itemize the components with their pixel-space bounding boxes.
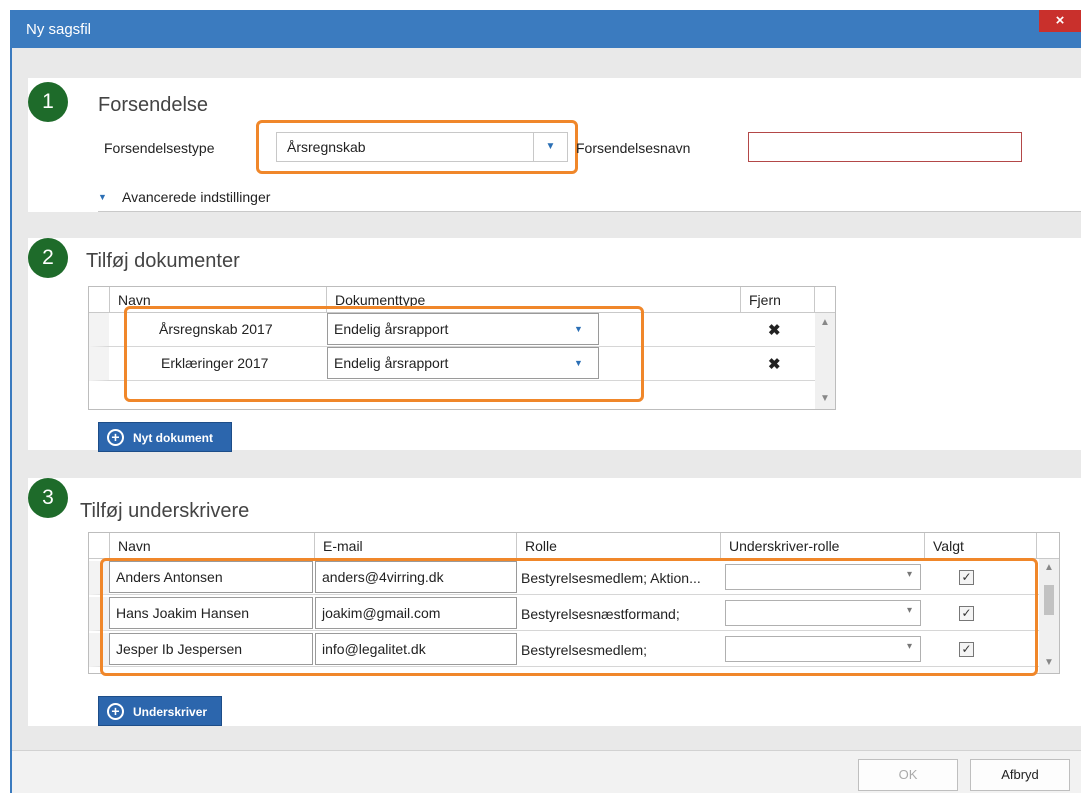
scroll-up-icon[interactable]: ▲ xyxy=(820,317,830,328)
scroll-up-icon[interactable]: ▲ xyxy=(1044,562,1054,573)
new-case-file-dialog: Ny sagsfil × 1 Forsendelse Forsendelsest… xyxy=(10,10,1081,793)
new-document-button[interactable]: + Nyt dokument xyxy=(98,422,232,452)
dialog-footer: OK Afbryd xyxy=(12,750,1081,793)
plus-icon: + xyxy=(107,429,124,446)
title-bar: Ny sagsfil × xyxy=(12,10,1081,48)
plus-icon: + xyxy=(107,703,124,720)
scroll-down-icon[interactable]: ▼ xyxy=(820,393,830,404)
advanced-settings-label: Avancerede indstillinger xyxy=(122,189,271,205)
section-signers: 3 Tilføj underskrivere Navn E-mail Rolle… xyxy=(28,478,1081,726)
col-header-remove: Fjern xyxy=(741,287,815,313)
dialog-title: Ny sagsfil xyxy=(26,21,92,38)
remove-document-icon[interactable]: ✖ xyxy=(768,321,781,339)
expand-arrow-icon: ▼ xyxy=(98,192,107,202)
section-shipment: 1 Forsendelse Forsendelsestype Årsregnsk… xyxy=(28,78,1081,212)
add-signer-label: Underskriver xyxy=(133,705,208,719)
section-1-title: Forsendelse xyxy=(98,94,209,116)
shipment-name-field[interactable] xyxy=(748,132,1022,162)
table-header: Navn E-mail Rolle Underskriver-rolle Val… xyxy=(89,533,1059,559)
ok-button[interactable]: OK xyxy=(858,759,958,791)
add-signer-button[interactable]: + Underskriver xyxy=(98,696,222,726)
cancel-button[interactable]: Afbryd xyxy=(970,759,1070,791)
shipment-name-label: Forsendelsesnavn xyxy=(576,140,691,156)
col-header-name: Navn xyxy=(109,533,315,559)
col-header-email: E-mail xyxy=(315,533,517,559)
new-document-label: Nyt dokument xyxy=(133,431,214,445)
section-2-title: Tilføj dokumenter xyxy=(86,250,240,272)
scroll-down-icon[interactable]: ▼ xyxy=(1044,657,1054,668)
advanced-settings-toggle[interactable]: ▼ Avancerede indstillinger xyxy=(98,188,1081,212)
signers-scrollbar[interactable]: ▲ ▼ xyxy=(1039,559,1059,673)
step-1-badge: 1 xyxy=(28,82,68,122)
close-button[interactable]: × xyxy=(1039,10,1081,32)
section-3-title: Tilføj underskrivere xyxy=(80,500,250,522)
remove-document-icon[interactable]: ✖ xyxy=(768,355,781,373)
documents-scrollbar[interactable]: ▲ ▼ xyxy=(815,313,835,409)
section-documents: 2 Tilføj dokumenter Navn Dokumenttype Fj… xyxy=(28,238,1081,452)
scroll-thumb[interactable] xyxy=(1044,585,1054,615)
col-header-signer-role: Underskriver-rolle xyxy=(721,533,925,559)
col-header-role: Rolle xyxy=(517,533,721,559)
highlight-shipment-type xyxy=(256,120,578,174)
shipment-type-label: Forsendelsestype xyxy=(104,140,215,156)
step-2-badge: 2 xyxy=(28,238,68,278)
step-3-badge: 3 xyxy=(28,478,68,518)
col-header-selected: Valgt xyxy=(925,533,1037,559)
highlight-signers xyxy=(100,558,1038,676)
highlight-documents xyxy=(124,306,644,402)
